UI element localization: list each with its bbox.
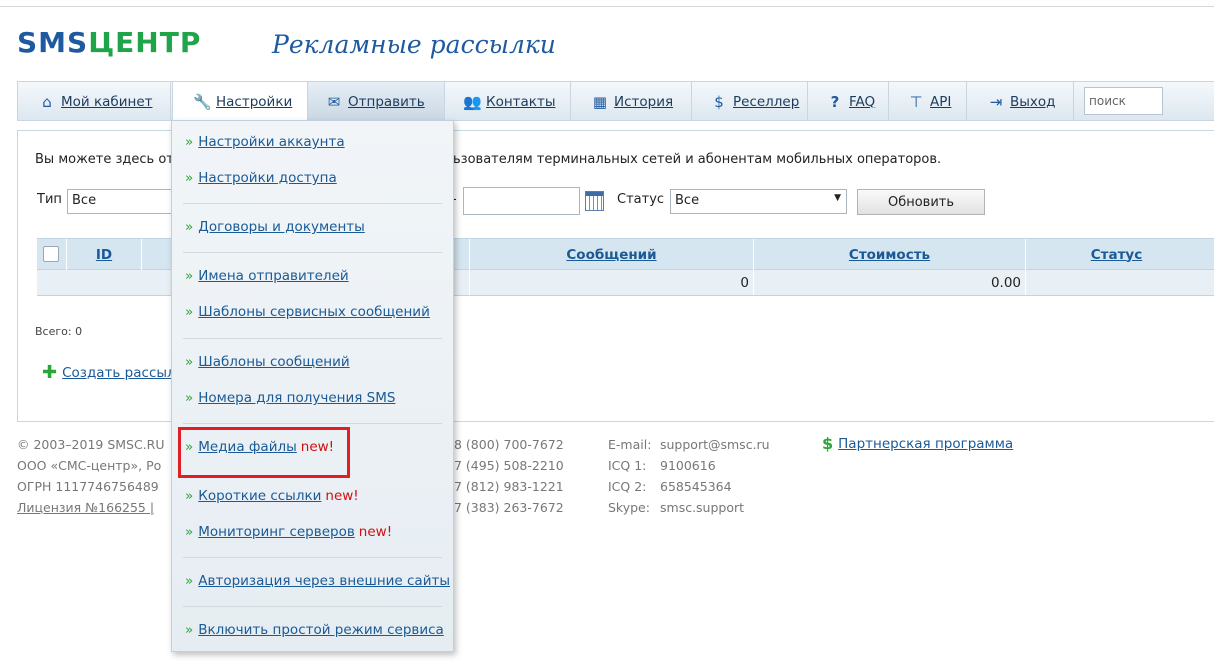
highlight-box	[178, 427, 350, 478]
menu-item-short-links[interactable]: » Короткие ссылки new!	[185, 488, 359, 504]
type-filter-select[interactable]: Все	[67, 189, 177, 214]
home-icon: ⌂	[42, 92, 52, 111]
menu-divider	[183, 423, 442, 424]
col-messages[interactable]: Сообщений	[469, 239, 753, 270]
nav-logout[interactable]: ⇥ Выход	[967, 82, 1074, 121]
footer-contact-labels: E-mail: ICQ 1: ICQ 2: Skype:	[608, 437, 652, 515]
menu-item-account-settings[interactable]: » Настройки аккаунта	[185, 134, 345, 150]
plus-icon: ✚	[42, 362, 58, 383]
status-filter-select[interactable]: Все ▼	[670, 189, 847, 214]
nav-cabinet[interactable]: ⌂ Мой кабинет	[18, 82, 171, 121]
exit-icon: ⇥	[989, 92, 1003, 111]
question-icon: ?	[830, 92, 840, 111]
top-divider	[0, 6, 1214, 7]
description-text-right: ьзователям терминальных сетей и абонента…	[453, 152, 942, 167]
type-filter-label: Тип	[37, 192, 62, 207]
total-cost: 0.00	[753, 270, 1025, 295]
nav-faq[interactable]: ? FAQ	[808, 82, 889, 121]
search-input[interactable]	[1084, 87, 1163, 115]
nav-history[interactable]: ▦ История	[571, 82, 692, 121]
tools-icon: 🔧	[193, 93, 212, 111]
description-text: Вы можете здесь от	[35, 152, 174, 167]
footer-legal: © 2003–2019 SMSC.RU ООО «СМС-центр», Ро …	[17, 434, 165, 518]
nav-settings[interactable]: 🔧 Настройки	[172, 81, 308, 122]
menu-item-contracts[interactable]: » Договоры и документы	[185, 219, 365, 235]
date-to-input[interactable]	[463, 187, 580, 215]
menu-divider	[183, 557, 442, 558]
chevron-down-icon: ▼	[834, 193, 841, 203]
menu-item-message-templates[interactable]: » Шаблоны сообщений	[185, 354, 350, 370]
menu-item-service-templates[interactable]: » Шаблоны сервисных сообщений	[185, 304, 430, 320]
menu-divider	[183, 606, 442, 607]
people-icon: 👥	[463, 92, 482, 111]
menu-divider	[183, 338, 442, 339]
new-badge: new!	[325, 488, 359, 504]
sitemap-icon: ⊤	[909, 92, 923, 111]
col-cost[interactable]: Стоимость	[753, 239, 1025, 270]
menu-item-access-settings[interactable]: » Настройки доступа	[185, 170, 337, 186]
menu-item-sms-numbers[interactable]: » Номера для получения SMS	[185, 390, 395, 406]
menu-item-simple-mode[interactable]: » Включить простой режим сервиса	[185, 622, 444, 638]
total-messages: 0	[469, 270, 753, 295]
refresh-button[interactable]: Обновить	[857, 189, 985, 215]
dollar-icon: $	[714, 92, 724, 111]
total-status	[1025, 270, 1207, 295]
status-filter-label: Статус	[617, 192, 665, 207]
dollar-icon: $	[822, 434, 834, 453]
footer-contact-values: support@smsc.ru 9100616 658545364 smsc.s…	[660, 437, 770, 515]
select-all-checkbox[interactable]	[43, 246, 59, 262]
create-campaign-link[interactable]: ✚ Создать рассыл	[42, 362, 176, 383]
partner-program-link[interactable]: $ Партнерская программа	[822, 434, 1013, 453]
menu-divider	[183, 252, 442, 253]
col-status[interactable]: Статус	[1025, 239, 1207, 270]
total-count: Всего: 0	[35, 325, 83, 338]
settings-dropdown-menu: » Настройки аккаунта » Настройки доступа »…	[171, 120, 454, 652]
menu-item-sender-names[interactable]: » Имена отправителей	[185, 268, 349, 284]
main-nav: ⌂ Мой кабинет 🔧 Настройки ✉ Отправить 👥 …	[17, 81, 1214, 122]
nav-send[interactable]: ✉ Отправить	[308, 82, 445, 121]
calendar-icon: ▦	[592, 92, 608, 111]
logo[interactable]: SMSЦЕНТР	[17, 26, 201, 60]
page-title: Рекламные рассылки	[272, 30, 556, 59]
envelope-icon: ✉	[327, 92, 341, 111]
menu-item-server-monitoring[interactable]: » Мониторинг серверов new!	[185, 524, 392, 540]
license-link[interactable]: Лицензия №166255 |	[17, 497, 165, 518]
nav-contacts[interactable]: 👥 Контакты	[445, 82, 571, 121]
menu-item-external-auth[interactable]: » Авторизация через внешние сайты	[185, 573, 450, 589]
footer-phones: 8 (800) 700-7672 7 (495) 508-2210 7 (812…	[454, 437, 564, 515]
menu-divider	[183, 203, 442, 204]
calendar-icon[interactable]	[585, 191, 604, 211]
nav-reseller[interactable]: $ Реселлер	[692, 82, 808, 121]
col-id[interactable]: ID	[66, 239, 141, 270]
nav-api[interactable]: ⊤ API	[889, 82, 967, 121]
new-badge: new!	[358, 524, 393, 540]
